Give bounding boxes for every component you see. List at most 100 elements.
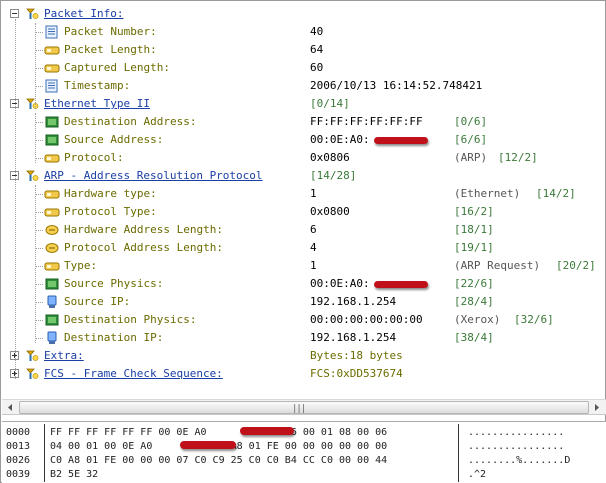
collapse-icon[interactable] [10, 9, 19, 18]
tree-guide-line [35, 140, 43, 141]
hex-redaction-row1 [240, 427, 294, 435]
arp-field-value: 0x0800 [310, 205, 350, 218]
hex-row[interactable]: 0000 FF FF FF FF FF FF 00 0E A0 08 06 00 … [2, 425, 606, 440]
ethernet-section-title: Ethernet Type II [44, 97, 150, 110]
tree-guide-line [35, 212, 43, 213]
ethernet-field-row[interactable]: Destination Address: FF:FF:FF:FF:FF:FF [0/… [2, 113, 606, 131]
packet-tree: Packet Info: Packet Number: 40 Packet Lengt… [2, 2, 606, 399]
ethernet-field-chip-icon [44, 133, 60, 147]
tree-guide-line [35, 23, 36, 109]
tree-guide-line [35, 284, 43, 285]
ethernet-field-offset: [12/2] [498, 151, 538, 164]
arp-field-value: 1 [310, 259, 317, 272]
packet_info-field-value: 64 [310, 43, 324, 56]
tree-guide-line [35, 122, 43, 123]
arp-field-pc-icon [44, 295, 60, 309]
packet_info-field-label: Timestamp: [64, 79, 131, 92]
arp-field-row[interactable]: Type: 1 (ARP Request) [20/2] [2, 257, 606, 275]
arp-field-pc-icon [44, 331, 60, 345]
arp-field-label: Protocol Type: [64, 205, 157, 218]
arp-field-row[interactable]: Destination IP: 192.168.1.254 [38/4] [2, 329, 606, 347]
tree-guide-line [35, 113, 36, 163]
hex-dump-pane[interactable]: 0000 FF FF FF FF FF FF 00 0E A0 08 06 00 … [2, 421, 606, 483]
extra-section-value: Bytes:18 bytes [310, 349, 403, 362]
arp-field-label: Type: [64, 259, 98, 272]
hex-ascii: ................ [468, 441, 565, 452]
arp-field-offset: [18/1] [454, 223, 494, 236]
packet_info-field-row[interactable]: Captured Length: 60 [2, 59, 606, 77]
tree-guide-line [35, 158, 43, 159]
arp-field-key-icon [44, 187, 60, 201]
scrollbar-grip: ||| [292, 404, 306, 414]
arp-field-row[interactable]: Source IP: 192.168.1.254 [28/4] [2, 293, 606, 311]
scroll-right-arrow-icon[interactable] [589, 400, 605, 415]
arp-field-value: 192.168.1.254 [310, 331, 397, 344]
arp-field-offset: [20/2] [556, 259, 596, 272]
fcs-section-title: FCS - Frame Check Sequence: [44, 367, 223, 380]
arp-field-value: 00:00:00:00:00:00 [310, 313, 423, 326]
scrollbar-thumb[interactable]: ||| [19, 401, 589, 414]
arp-field-value: 1 [310, 187, 317, 200]
arp-field-row[interactable]: Source Physics: 00:0E:A0: [22/6] [2, 275, 606, 293]
arp-field-offset: [22/6] [454, 277, 494, 290]
arp-field-row[interactable]: Hardware type: 1 (Ethernet) [14/2] [2, 185, 606, 203]
packet_info-field-label: Packet Number: [64, 25, 157, 38]
extra-section-icon [24, 349, 40, 363]
arp-field-oval-icon [44, 223, 60, 237]
arp-field-value: 192.168.1.254 [310, 295, 397, 308]
arp-field-key-icon [44, 259, 60, 273]
ethernet-field-label: Protocol: [64, 151, 124, 164]
section-header-fcs[interactable]: FCS - Frame Check Sequence: FCS:0xDD53767… [2, 365, 606, 383]
tree-guide-line [35, 302, 43, 303]
hex-row[interactable]: 001304 00 01 00 0E A0 C0 A8 01 FE 00 00 … [2, 439, 606, 454]
packet_info-section-icon [24, 7, 40, 21]
packet_info-field-row[interactable]: Packet Number: 40 [2, 23, 606, 41]
tree-guide-line [35, 338, 43, 339]
scroll-left-arrow-icon[interactable] [2, 400, 18, 415]
tree-guide-line [35, 50, 43, 51]
tree-guide-line [35, 266, 43, 267]
ethernet-field-row[interactable]: Source Address: 00:0E:A0: [6/6] [2, 131, 606, 149]
arp-section-icon [24, 169, 40, 183]
section-header-extra[interactable]: Extra: Bytes:18 bytes [2, 347, 606, 365]
arp-field-label: Destination IP: [64, 331, 164, 344]
arp-field-row[interactable]: Hardware Address Length: 6 [18/1] [2, 221, 606, 239]
packet_info-field-key-icon [44, 43, 60, 57]
tree-guide-line [35, 230, 43, 231]
section-header-packet_info[interactable]: Packet Info: [2, 5, 606, 23]
section-header-arp[interactable]: ARP - Address Resolution Protocol [14/28] [2, 167, 606, 185]
arp-field-value: 00:0E:A0: [310, 277, 370, 290]
arp-field-offset: [14/2] [536, 187, 576, 200]
hex-bytes: C0 A8 01 FE 00 00 00 07 C0 C9 25 C0 C0 B… [50, 455, 388, 466]
horizontal-scrollbar[interactable]: ||| [2, 399, 606, 415]
packet_info-field-row[interactable]: Timestamp: 2006/10/13 16:14:52.748421 [2, 77, 606, 95]
tree-guide-line [35, 320, 43, 321]
arp-section-title: ARP - Address Resolution Protocol [44, 169, 263, 182]
section-header-ethernet[interactable]: Ethernet Type II [0/14] [2, 95, 606, 113]
hex-offset: 0013 [6, 441, 31, 452]
hex-offset: 0026 [6, 455, 31, 466]
arp-field-value: 6 [310, 223, 317, 236]
arp-field-value: 4 [310, 241, 317, 254]
hex-ascii: ........%.......D [468, 455, 571, 466]
hex-row[interactable]: 0026 C0 A8 01 FE 00 00 00 07 C0 C9 25 C0 … [2, 453, 606, 468]
packet_info-field-row[interactable]: Packet Length: 64 [2, 41, 606, 59]
arp-field-row[interactable]: Protocol Type: 0x0800 [16/2] [2, 203, 606, 221]
ethernet-field-row[interactable]: Protocol: 0x0806 (ARP) [12/2] [2, 149, 606, 167]
arp-field-offset: [28/4] [454, 295, 494, 308]
arp-field-label: Hardware type: [64, 187, 157, 200]
arp-field-label: Source IP: [64, 295, 131, 308]
arp-field-label: Hardware Address Length: [64, 223, 223, 236]
ethernet-field-chip-icon [44, 115, 60, 129]
arp-field-meta: (Ethernet) [454, 187, 521, 200]
hex-row[interactable]: 0039 B2 5E 32 .^2 [2, 467, 606, 482]
extra-section-title: Extra: [44, 349, 84, 362]
source-address-redaction [374, 137, 428, 144]
tree-guide-line [35, 86, 43, 87]
arp-field-row[interactable]: Protocol Address Length: 4 [19/1] [2, 239, 606, 257]
arp-field-offset: [16/2] [454, 205, 494, 218]
packet_info-field-label: Packet Length: [64, 43, 157, 56]
tree-guide-line [15, 19, 16, 379]
arp-field-label: Source Physics: [64, 277, 164, 290]
arp-field-row[interactable]: Destination Physics: 00:00:00:00:00:00 (Xe… [2, 311, 606, 329]
